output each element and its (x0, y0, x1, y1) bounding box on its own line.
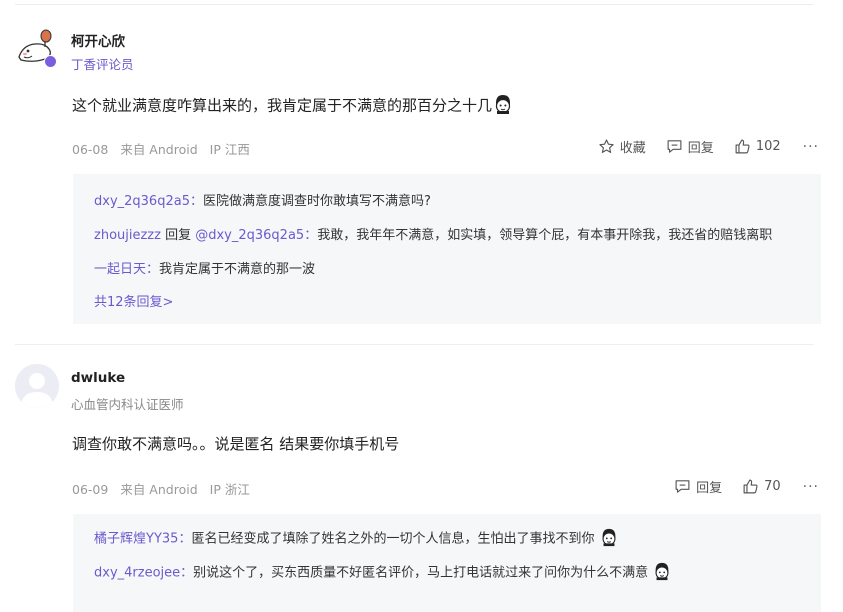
avatar[interactable] (15, 364, 59, 408)
like-button[interactable]: 102 (734, 138, 781, 155)
reply-item: dxy_4rzeojee：别说这个了，买东西质量不好匿名评价，马上打电话就过来了… (94, 561, 672, 585)
user-role: 丁香评论员 (71, 57, 134, 72)
reply-list: 橘子辉煌YY35：匿名已经变成了填除了姓名之外的一切个人信息，生怕出了事找不到你… (73, 514, 821, 612)
username[interactable]: dwluke (71, 370, 125, 386)
more-replies-link[interactable]: 共12条回复> (94, 291, 173, 310)
like-count: 70 (764, 479, 781, 494)
comment-source: 来自 Android (120, 482, 198, 497)
like-button[interactable]: 70 (742, 478, 781, 495)
comment-text: 调查你敢不满意吗。。说是匿名 结果要你填手机号 (72, 435, 400, 453)
more-dots-icon[interactable]: ··· (803, 139, 819, 155)
user-role: 心血管内科认证医师 (71, 397, 184, 412)
favorite-button[interactable]: 收藏 (598, 137, 646, 156)
reply-text: 我敢，我年年不满意，如实填，领导算个屁，有本事开除我，我还省的赔钱离职 (317, 228, 773, 243)
reply-username[interactable]: 橘子辉煌YY35 (94, 532, 178, 547)
comment-meta: 06-08 来自 Android IP 江西 (72, 139, 262, 158)
reply-separator: ： (189, 194, 203, 209)
reply-separator: ： (304, 228, 318, 243)
reply-button[interactable]: 回复 (666, 137, 714, 156)
reply-label: 回复 (696, 481, 723, 496)
like-count: 102 (755, 139, 781, 154)
reply-item: dxy_2q36q2a5：医院做满意度调查时你敢填写不满意吗? (94, 190, 431, 209)
default-avatar-icon (15, 364, 59, 408)
reply-username[interactable]: zhoujiezzz (94, 228, 161, 243)
comment-date: 06-08 (72, 142, 109, 157)
emoji-icon (599, 527, 619, 551)
reply-item: 橘子辉煌YY35：匿名已经变成了填除了姓名之外的一切个人信息，生怕出了事找不到你 (94, 527, 619, 551)
comment-ip: IP 江西 (209, 142, 250, 157)
comment-text: 这个就业满意度咋算出来的，我肯定属于不满意的那百分之十几 (72, 93, 514, 119)
favorite-label: 收藏 (619, 141, 646, 156)
reply-text: 医院做满意度调查时你敢填写不满意吗? (202, 194, 431, 209)
comment-divider (15, 344, 813, 345)
username[interactable]: 柯开心欣 (71, 30, 125, 50)
reply-separator: ： (146, 262, 160, 277)
comment-text-content: 这个就业满意度咋算出来的，我肯定属于不满意的那百分之十几 (72, 96, 493, 115)
reply-username[interactable]: dxy_2q36q2a5 (94, 194, 190, 209)
reply-target[interactable]: @dxy_2q36q2a5 (195, 228, 304, 243)
reply-label: 回复 (687, 141, 714, 156)
top-divider (15, 4, 813, 5)
comment-icon (667, 140, 682, 153)
reply-button[interactable]: 回复 (674, 477, 722, 496)
reply-item: zhoujiezzz 回复 @dxy_2q36q2a5：我敢，我年年不满意，如实… (94, 224, 772, 243)
reply-text: 别说这个了，买东西质量不好匿名评价，马上打电话就过来了问你为什么不满意 (193, 565, 649, 581)
emoji-icon (652, 561, 672, 585)
reply-username[interactable]: dxy_4rzeojee (94, 566, 180, 581)
comment-source: 来自 Android (120, 142, 198, 157)
reply-separator: ： (178, 531, 192, 547)
verified-badge-icon (44, 55, 57, 68)
comment-ip: IP 浙江 (209, 482, 250, 497)
emoji-icon (492, 93, 514, 119)
comment-icon (675, 480, 690, 493)
comment-actions: 收藏 回复 102 ··· (578, 137, 819, 156)
reply-text: 匿名已经变成了填除了姓名之外的一切个人信息，生怕出了事找不到你 (191, 531, 595, 547)
reply-text: 我肯定属于不满意的那一波 (159, 262, 316, 277)
comment-meta: 06-09 来自 Android IP 浙江 (72, 479, 262, 498)
reply-item: 一起日天：我肯定属于不满意的那一波 (94, 258, 315, 277)
comment-actions: 回复 70 ··· (654, 477, 819, 496)
star-icon (599, 139, 614, 153)
reply-username[interactable]: 一起日天 (94, 262, 146, 277)
reply-separator: ： (180, 565, 194, 581)
more-dots-icon[interactable]: ··· (803, 479, 819, 495)
reply-word: 回复 (160, 228, 196, 243)
comment-date: 06-09 (72, 482, 109, 497)
reply-list: dxy_2q36q2a5：医院做满意度调查时你敢填写不满意吗? zhoujiez… (73, 174, 821, 324)
thumbs-up-icon (743, 479, 758, 494)
thumbs-up-icon (735, 139, 750, 154)
